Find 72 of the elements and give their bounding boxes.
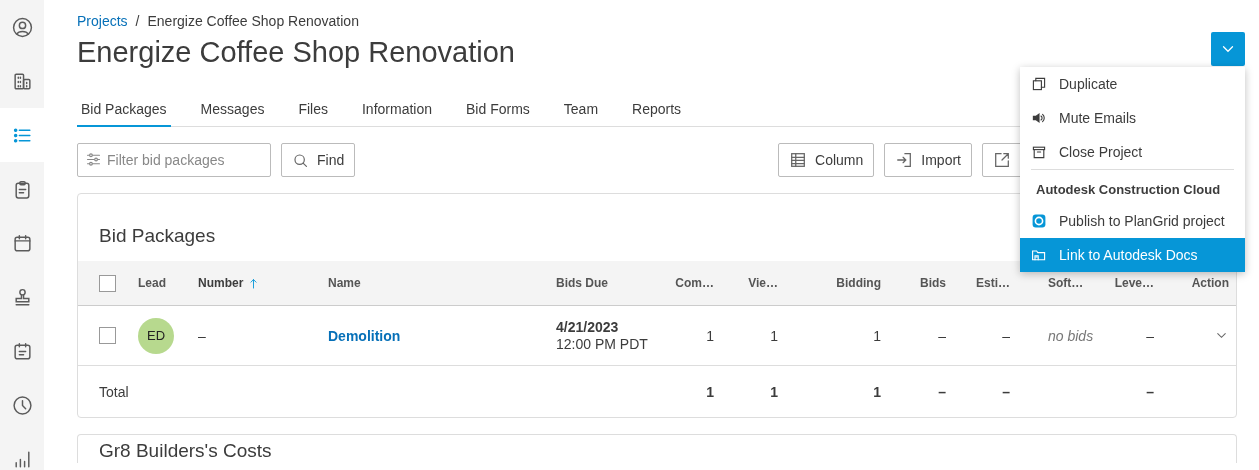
breadcrumb-separator: / [135, 13, 140, 29]
column-header[interactable]: Bidding [836, 276, 881, 290]
calendar-list-icon [11, 340, 33, 362]
clock-icon [11, 394, 33, 416]
breadcrumb-current: Energize Coffee Shop Renovation [147, 13, 359, 29]
row-checkbox[interactable] [99, 327, 116, 344]
table-cell: – [938, 383, 946, 400]
column-header[interactable]: Lead [138, 276, 166, 290]
column-header[interactable]: Com… [675, 276, 714, 290]
table-cell: no bids [1048, 327, 1094, 344]
due-date: 4/21/2023 [556, 319, 620, 335]
tab[interactable]: Reports [628, 101, 686, 127]
sidebar-item[interactable] [0, 108, 44, 162]
menu-item[interactable]: Mute Emails [1020, 101, 1245, 135]
filter-field[interactable]: Filter bid packages [77, 143, 271, 177]
table-cell: 1 [770, 383, 778, 400]
menu-item[interactable]: Duplicate [1020, 67, 1245, 101]
search-icon [292, 151, 309, 169]
table-cell: 1 [770, 327, 778, 344]
column-header[interactable]: Number [198, 276, 261, 290]
table-cell: – [938, 327, 946, 344]
speaker-icon [1031, 110, 1047, 126]
table-cell: – [1002, 327, 1010, 344]
column-header[interactable]: Name [328, 276, 361, 290]
profile-icon [11, 16, 33, 38]
tab[interactable]: Team [559, 101, 603, 127]
table-cell: – [1146, 383, 1154, 400]
ring-icon [1031, 213, 1047, 229]
table-cell: – [1146, 327, 1154, 344]
filter-icon [85, 151, 102, 168]
lead-avatar: ED [138, 317, 174, 354]
export-icon [993, 151, 1011, 169]
card-title: Bid Packages [99, 224, 216, 248]
tab[interactable]: Messages [196, 101, 269, 127]
columns-button[interactable]: Column [778, 143, 875, 177]
import-button[interactable]: Import [884, 143, 972, 177]
project-title: Energize Coffee Shop Renovation [77, 35, 515, 70]
column-header[interactable]: Soft… [1048, 276, 1084, 290]
table-icon [789, 151, 808, 169]
tab[interactable]: Files [294, 101, 332, 127]
column-header[interactable]: Bids [920, 276, 946, 290]
column-header[interactable]: Leve… [1114, 276, 1154, 290]
building-icon [11, 70, 33, 92]
find-button[interactable]: Find [281, 143, 356, 177]
export-button[interactable] [982, 143, 1022, 177]
tab[interactable]: Bid Forms [462, 101, 534, 127]
import-icon [895, 151, 914, 169]
breadcrumb-link[interactable]: Projects [77, 13, 128, 29]
column-header[interactable]: Esti… [976, 276, 1010, 290]
total-label: Total [99, 383, 129, 400]
menu-item[interactable]: Close Project [1020, 135, 1245, 169]
folder-building-icon [1031, 247, 1047, 263]
due-time: 12:00 PM PDT [556, 336, 648, 352]
tab[interactable]: Information [358, 101, 437, 127]
menu-heading: Autodesk Construction Cloud [1035, 181, 1222, 199]
table-cell: 1 [706, 327, 714, 344]
package-link[interactable]: Demolition [328, 327, 401, 344]
table-cell: – [1002, 383, 1010, 400]
archive-icon [1031, 144, 1047, 160]
menu-item[interactable]: Publish to PlanGrid project [1020, 204, 1245, 238]
tab[interactable]: Bid Packages [77, 101, 171, 127]
select-all-checkbox[interactable] [99, 274, 116, 292]
duplicate-icon [1031, 76, 1047, 92]
table-cell: 1 [873, 327, 881, 344]
card-title: Gr8 Builders's Costs [98, 439, 273, 462]
column-header[interactable]: Vie… [748, 276, 778, 290]
table-cell: 1 [873, 383, 881, 400]
column-header[interactable]: Bids Due [556, 276, 608, 290]
calendar-icon [11, 232, 33, 254]
column-header[interactable]: Action [1191, 276, 1229, 290]
table-cell: – [198, 327, 206, 344]
table-cell: 1 [706, 383, 714, 400]
